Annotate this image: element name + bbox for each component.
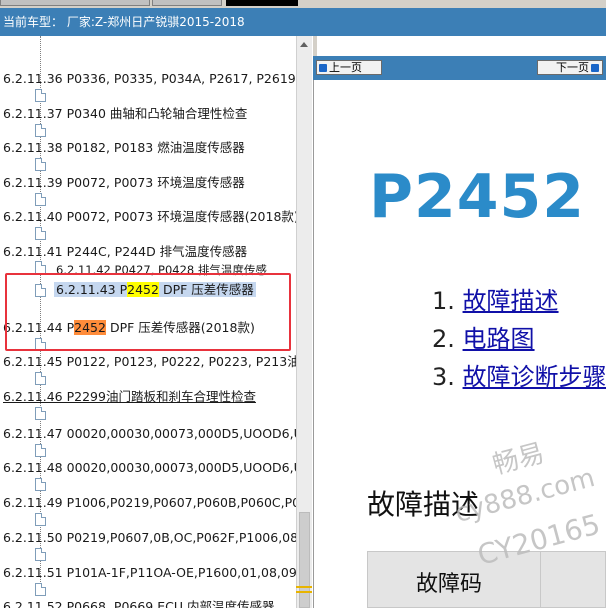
search-highlight: 2452 bbox=[74, 320, 106, 335]
document-icon bbox=[35, 513, 46, 526]
document-icon bbox=[35, 284, 46, 297]
document-icon bbox=[35, 338, 46, 351]
tree-item[interactable]: 6.2.11.41 P244C, P244D 排气温度传感器 bbox=[3, 244, 247, 260]
prev-page-button[interactable]: 上一页 bbox=[316, 60, 382, 75]
toc-item: 2. 电路图 bbox=[432, 325, 535, 353]
document-icon bbox=[35, 158, 46, 171]
tree-item[interactable]: 6.2.11.36 P0336, P0335, P034A, P2617, P2… bbox=[3, 71, 296, 87]
tree-item[interactable]: 6.2.11.50 P0219,P0607,0B,OC,P062F,P1006,… bbox=[3, 530, 296, 546]
tree-item-selected[interactable]: 6.2.11.43 P2452 DPF 压差传感器 bbox=[54, 282, 256, 298]
right-arrow-icon bbox=[591, 64, 599, 72]
tree-item[interactable]: 6.2.11.37 P0340 曲轴和凸轮轴合理性检查 bbox=[3, 106, 247, 122]
toolbar-button[interactable] bbox=[0, 0, 150, 6]
document-icon bbox=[35, 89, 46, 102]
toc-item: 3. 故障诊断步骤 bbox=[432, 363, 606, 391]
splitter-grip[interactable] bbox=[296, 586, 312, 596]
toc-link-circuit-diagram[interactable]: 电路图 bbox=[463, 325, 535, 353]
page-nav-bar: 上一页 下一页 bbox=[313, 56, 606, 80]
left-arrow-icon bbox=[319, 64, 327, 72]
document-icon bbox=[35, 372, 46, 385]
pane-divider bbox=[313, 36, 317, 56]
document-icon bbox=[35, 548, 46, 561]
selected-label: 6.2.11.43 P2452 DPF 压差传感器 bbox=[54, 282, 256, 297]
next-page-button[interactable]: 下一页 bbox=[537, 60, 603, 75]
tree-item[interactable]: 6.2.11.44 P2452 DPF 压差传感器(2018款) bbox=[3, 320, 255, 336]
tree-item[interactable]: 6.2.11.49 P1006,P0219,P0607,P060B,P060C,… bbox=[3, 495, 296, 511]
document-icon bbox=[35, 261, 46, 274]
toc-item: 1. 故障描述 bbox=[432, 287, 559, 315]
document-icon bbox=[35, 193, 46, 206]
document-tree: 6.2.11.36 P0336, P0335, P034A, P2617, P2… bbox=[0, 36, 296, 608]
document-icon bbox=[35, 227, 46, 240]
tree-item[interactable]: 6.2.11.52 P0668, P0669 ECU 内部温度传感器 bbox=[3, 599, 274, 608]
search-highlight: 2452 bbox=[127, 282, 159, 297]
tree-item[interactable]: 6.2.11.38 P0182, P0183 燃油温度传感器 bbox=[3, 140, 245, 156]
tree-item[interactable]: 6.2.11.45 P0122, P0123, P0222, P0223, P2… bbox=[3, 354, 296, 370]
toolbar-button[interactable] bbox=[152, 0, 222, 6]
document-icon bbox=[35, 407, 46, 420]
tree-item[interactable]: 6.2.11.47 00020,00030,00073,000D5,UOOD6,… bbox=[3, 426, 296, 442]
toolbar-button[interactable] bbox=[226, 0, 298, 6]
top-toolbar bbox=[0, 0, 606, 8]
tree-item[interactable]: 6.2.11.51 P101A-1F,P11OA-OE,P1600,01,08,… bbox=[3, 565, 296, 581]
tree-item[interactable]: 6.2.11.46 P2299油门踏板和刹车合理性检查 bbox=[3, 389, 256, 405]
toc-link-fault-description[interactable]: 故障描述 bbox=[463, 287, 559, 315]
car-model-value: 厂家:Z-郑州日产锐骐2015-2018 bbox=[66, 15, 245, 29]
table-header-cell: 故障码 bbox=[416, 572, 483, 597]
document-icon bbox=[35, 444, 46, 457]
tree-item[interactable]: 6.2.11.48 00020,00030,00073,000D5,UOOD6,… bbox=[3, 460, 296, 476]
car-model-label: 当前车型： bbox=[3, 15, 64, 29]
tree-item[interactable]: 6.2.11.40 P0072, P0073 环境温度传感器(2018款) bbox=[3, 209, 296, 225]
document-icon bbox=[35, 478, 46, 491]
tree-item[interactable]: 6.2.11.42 P0427, P0428 排气温度传感 bbox=[56, 262, 267, 278]
tree-scrollbar[interactable] bbox=[296, 36, 312, 608]
document-icon bbox=[35, 583, 46, 596]
car-model-bar: 当前车型： 厂家:Z-郑州日产锐骐2015-2018 bbox=[0, 8, 606, 36]
document-icon bbox=[35, 124, 46, 137]
scroll-up-icon[interactable] bbox=[300, 42, 308, 47]
column-divider bbox=[540, 552, 541, 608]
toc-link-diagnosis-steps[interactable]: 故障诊断步骤 bbox=[463, 363, 606, 391]
app-window: 当前车型： 厂家:Z-郑州日产锐骐2015-2018 6.2.11.36 P03… bbox=[0, 0, 606, 608]
page-title: P2452 D bbox=[369, 162, 606, 232]
tree-item[interactable]: 6.2.11.39 P0072, P0073 环境温度传感器 bbox=[3, 175, 245, 191]
